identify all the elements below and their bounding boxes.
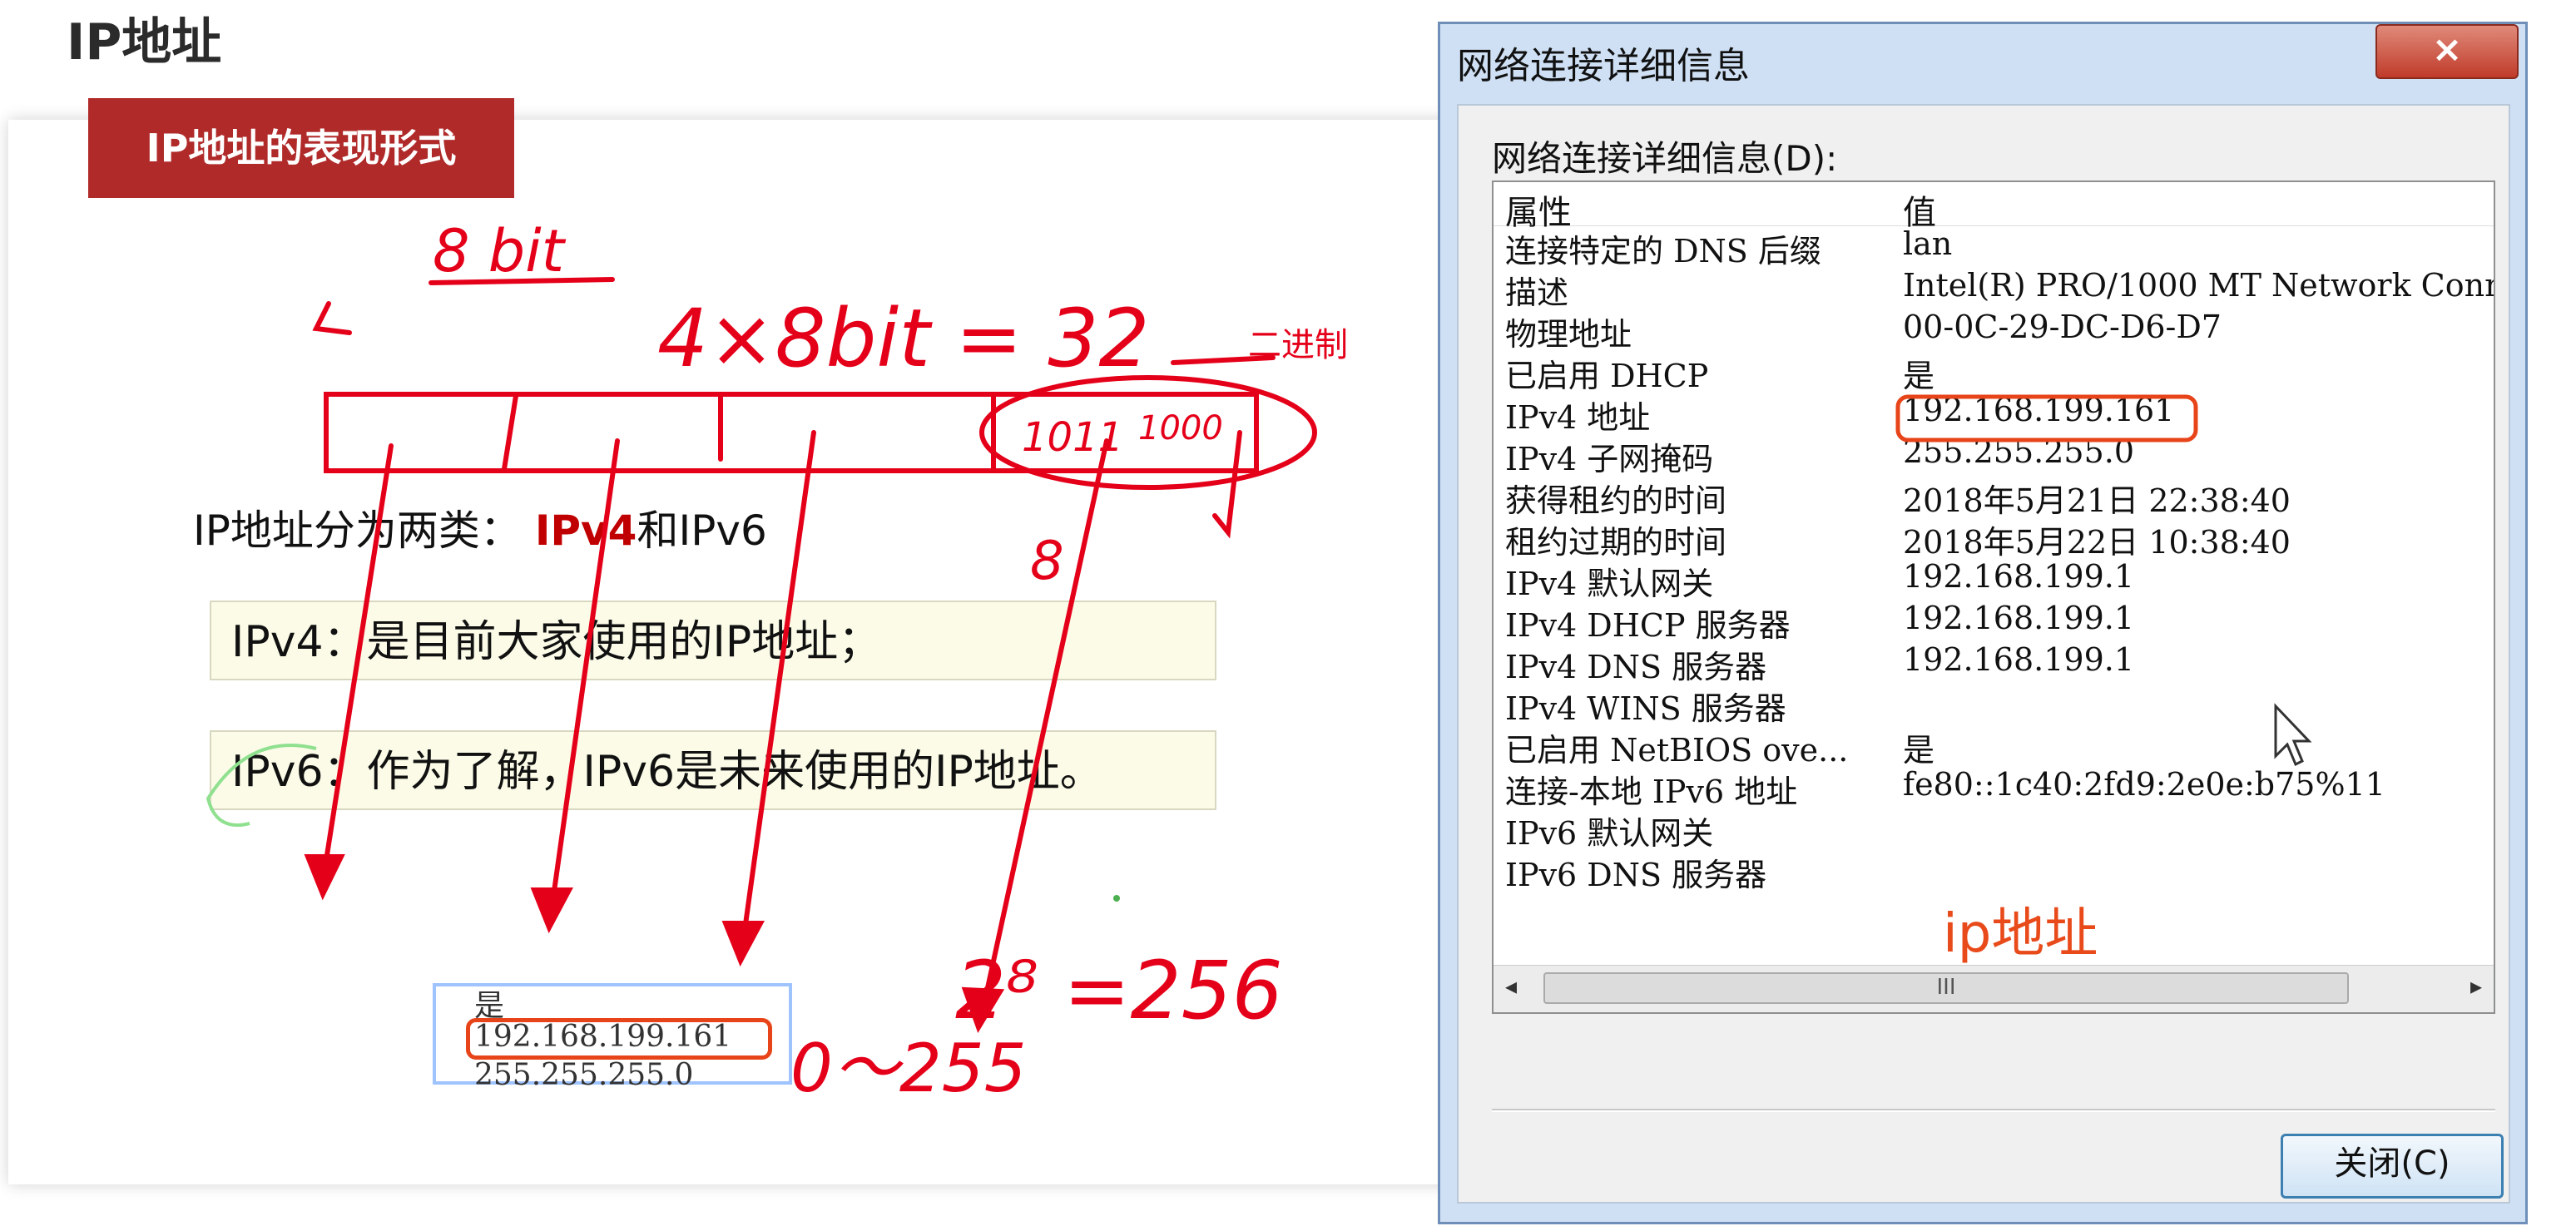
note-pow: 2⁸ =256 xyxy=(955,944,1283,1037)
arrow-2 xyxy=(548,438,620,917)
network-details-dialog: 网络连接详细信息 × 网络连接详细信息(D): 属性 值 连接特定的 DNS 后… xyxy=(1438,22,2528,1224)
scroll-left-icon[interactable]: ◂ xyxy=(1505,972,1517,1000)
note-binary: 二进制 xyxy=(1248,326,1348,364)
note-8bit: 8 bit xyxy=(433,217,567,285)
mouse-cursor-icon xyxy=(2274,703,2312,767)
highlight-overlay xyxy=(1895,394,2312,767)
horizontal-scrollbar[interactable]: ◂ III ▸ xyxy=(1494,965,2494,1012)
note-bits-1: 1011 xyxy=(1022,414,1123,461)
dialog-body: 网络连接详细信息(D): 属性 值 连接特定的 DNS 后缀 lan 描述 Inte… xyxy=(1457,104,2510,1204)
dialog-separator xyxy=(1492,1109,2495,1112)
note-bits-2: 1000 xyxy=(1138,409,1223,447)
green-dot xyxy=(1113,895,1120,902)
scroll-right-icon[interactable]: ▸ xyxy=(2470,972,2482,1000)
bit-divider-1 xyxy=(502,393,518,472)
bracket-mark xyxy=(312,301,352,335)
details-group-label: 网络连接详细信息(D): xyxy=(1492,138,1838,179)
arrow-1 xyxy=(320,443,394,884)
arrow-3-head xyxy=(721,921,765,967)
arrow-2-head xyxy=(530,887,573,934)
arrow-3 xyxy=(740,430,816,951)
note-eight: 8 xyxy=(1030,531,1064,592)
arrow-1-head xyxy=(304,854,345,901)
arrow-4 xyxy=(979,438,1109,1017)
note-range: 0～255 xyxy=(790,1030,1027,1107)
green-mark xyxy=(206,744,317,827)
details-listview[interactable]: 属性 值 连接特定的 DNS 后缀 lan 描述 Intel(R) PRO/1000… xyxy=(1492,180,2495,1014)
close-icon[interactable]: × xyxy=(2375,24,2519,79)
dialog-title: 网络连接详细信息 xyxy=(1457,45,1750,87)
scroll-thumb[interactable]: III xyxy=(1543,972,2349,1004)
close-button[interactable]: 关闭(C) xyxy=(2281,1134,2504,1199)
ip-value-highlight xyxy=(1895,394,2198,442)
note-formula: 4×8bit = 32 xyxy=(657,292,1149,385)
